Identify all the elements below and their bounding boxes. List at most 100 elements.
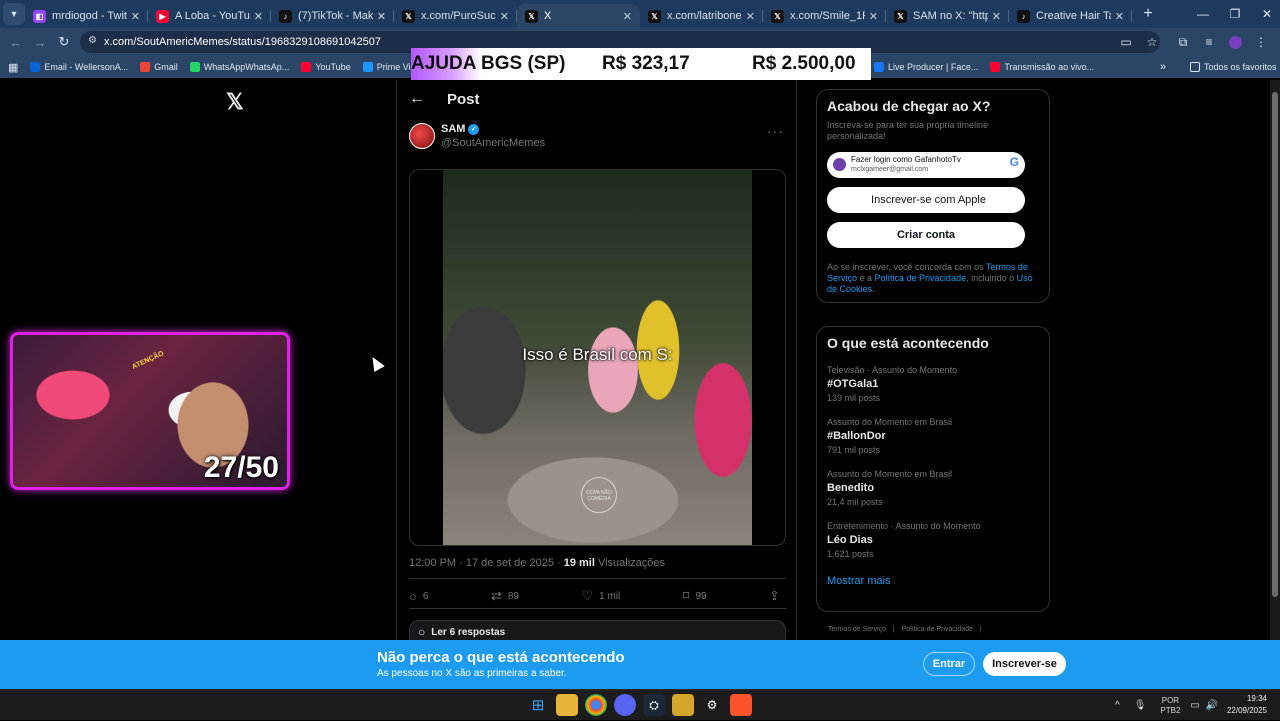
google-login-button[interactable]: Fazer login como GafanhotoTv mclxgameer@… bbox=[827, 152, 1025, 178]
bookmark-item[interactable]: Live Producer | Face... bbox=[874, 62, 978, 72]
bookmark-star-icon[interactable]: ☆ bbox=[1139, 35, 1165, 49]
forward-icon[interactable]: → bbox=[28, 35, 52, 50]
tray-chevron-icon[interactable]: ^ bbox=[1115, 700, 1120, 711]
page-title: Post bbox=[447, 90, 480, 108]
trend-item[interactable]: Assunto do Momento em Brasil Benedito 21,4… bbox=[827, 469, 1039, 507]
media-controls-icon[interactable]: ≡ bbox=[1196, 35, 1222, 49]
repost-icon: ⇄ bbox=[490, 588, 502, 603]
show-more-link[interactable]: Mostrar mais bbox=[827, 575, 1039, 587]
reply-button[interactable]: ○ 6 bbox=[409, 588, 428, 604]
microphone-icon[interactable]: 🎙 bbox=[1134, 700, 1147, 711]
repost-button[interactable]: ⇄ 89 bbox=[491, 588, 519, 604]
browser-tab[interactable]: ▶ A Loba - YouTube ✕ bbox=[148, 4, 271, 28]
browser-tab[interactable]: 𝕏x.com/Smile_1Please ✕ bbox=[763, 4, 886, 28]
author-name[interactable]: SAM bbox=[441, 123, 465, 135]
steam-icon[interactable]: ⛭ bbox=[643, 694, 665, 716]
more-options-icon[interactable]: ··· bbox=[767, 123, 784, 139]
restore-icon[interactable]: ❐ bbox=[1219, 7, 1251, 21]
page-scrollbar[interactable] bbox=[1270, 80, 1280, 640]
cast-icon[interactable]: ▭ bbox=[1113, 35, 1139, 49]
close-tab-icon[interactable]: ✕ bbox=[377, 10, 386, 23]
clock[interactable]: 19:34 22/09/2025 bbox=[1222, 693, 1267, 717]
google-account-email: mclxgameer@gmail.com bbox=[851, 166, 929, 173]
all-bookmarks[interactable]: Todos os favoritos bbox=[1190, 62, 1277, 72]
create-account-label: Criar conta bbox=[896, 229, 956, 241]
discord-icon[interactable] bbox=[614, 694, 636, 716]
bookmark-label: WhatsAppWhatsAp... bbox=[203, 62, 290, 72]
close-tab-icon[interactable]: ✕ bbox=[254, 10, 263, 23]
windows-taskbar: ⊞ ⛭ ⚙ ^ 🎙 POR PTB2 ▭ 🔊 19:34 22/09/2025 bbox=[0, 689, 1280, 720]
more-bookmarks-icon[interactable]: » bbox=[1160, 61, 1166, 73]
browser-tab[interactable]: ◧ mrdiogod - Twitch ✕ bbox=[25, 4, 148, 28]
repost-count: 89 bbox=[507, 590, 519, 602]
bookmark-button[interactable]: ⌑ 99 bbox=[683, 588, 707, 604]
x-icon: 𝕏 bbox=[648, 9, 661, 23]
signup-button[interactable]: Inscrever-se bbox=[983, 652, 1066, 676]
profile-avatar[interactable] bbox=[1222, 35, 1248, 50]
trend-item[interactable]: Assunto do Momento em Brasil #BallonDor 79… bbox=[827, 417, 1039, 455]
scrollbar-thumb[interactable] bbox=[1272, 92, 1278, 597]
post-media[interactable]: Isso é Brasil com S: COPA NÃO COMÉDIA bbox=[409, 169, 786, 546]
browser-tab[interactable]: 𝕏x.com/latriboneragg ✕ bbox=[640, 4, 763, 28]
trend-category: Televisão · Assunto do Momento bbox=[827, 365, 958, 375]
network-icon[interactable]: ▭ bbox=[1190, 700, 1199, 711]
site-info-icon[interactable]: ⚙ bbox=[88, 35, 97, 46]
close-tab-icon[interactable]: ✕ bbox=[992, 10, 1001, 23]
footer-terms-link[interactable]: Termos de Serviço bbox=[828, 626, 886, 633]
chrome-icon[interactable] bbox=[585, 694, 607, 716]
back-icon[interactable]: ← bbox=[4, 35, 28, 50]
like-button[interactable]: ♡ 1 mil bbox=[581, 588, 620, 604]
browser-tab[interactable]: 𝕏x.com/PuroSucoDoB ✕ bbox=[394, 4, 517, 28]
keyboard-language[interactable]: POR PTB2 bbox=[1160, 696, 1180, 716]
bookmark-item[interactable]: Email - WellersonA... bbox=[30, 62, 128, 72]
views-label: Visualizações bbox=[594, 557, 666, 569]
minimize-icon[interactable]: — bbox=[1187, 7, 1219, 21]
settings-icon[interactable]: ⚙ bbox=[701, 694, 723, 716]
post-actions: ○ 6 ⇄ 89 ♡ 1 mil ⌑ 99 ⇪ bbox=[409, 588, 786, 604]
brave-icon[interactable] bbox=[730, 694, 752, 716]
windows-start-icon[interactable]: ⊞ bbox=[527, 694, 549, 716]
login-button[interactable]: Entrar bbox=[923, 652, 975, 676]
browser-tab[interactable]: 𝕏 SAM no X: "https: ✕ bbox=[886, 4, 1009, 28]
browser-tab[interactable]: 𝕏 X ✕ bbox=[517, 4, 640, 28]
new-tab-button[interactable]: + bbox=[1136, 5, 1160, 23]
privacy-link[interactable]: Política de Privacidade bbox=[875, 273, 967, 283]
bookmark-item[interactable]: YouTube bbox=[301, 62, 351, 72]
browser-tab[interactable]: ♪ (7)TikTok - Make Your ✕ bbox=[271, 4, 394, 28]
video-player[interactable]: Isso é Brasil com S: COPA NÃO COMÉDIA bbox=[443, 170, 752, 545]
author-handle[interactable]: @SoutAmericMemes bbox=[441, 137, 545, 149]
apple-signup-button[interactable]: Inscrever-se com Apple bbox=[827, 187, 1025, 213]
video-caption: Isso é Brasil com S: bbox=[522, 345, 673, 364]
close-tab-icon[interactable]: ✕ bbox=[500, 10, 509, 23]
close-tab-icon[interactable]: ✕ bbox=[623, 10, 632, 23]
close-window-icon[interactable]: ✕ bbox=[1251, 7, 1280, 21]
avatar[interactable] bbox=[409, 123, 435, 149]
game-app-icon[interactable] bbox=[672, 694, 694, 716]
apps-grid-icon[interactable]: ▦ bbox=[8, 61, 18, 74]
post-time-text[interactable]: 12:00 PM · 17 de set de 2025 · bbox=[409, 557, 564, 569]
menu-icon[interactable]: ⋮ bbox=[1248, 35, 1274, 49]
reload-icon[interactable]: ↻ bbox=[52, 34, 76, 50]
close-tab-icon[interactable]: ✕ bbox=[746, 10, 755, 23]
x-logo-icon[interactable]: 𝕏 bbox=[226, 89, 244, 115]
legal-mid2: , incluindo o bbox=[966, 273, 1017, 283]
footer-privacy-link[interactable]: Política de Privacidade bbox=[902, 626, 973, 633]
bookmark-item[interactable]: WhatsAppWhatsAp... bbox=[189, 62, 290, 72]
close-tab-icon[interactable]: ✕ bbox=[1115, 10, 1124, 23]
bookmark-item[interactable]: Gmail bbox=[140, 62, 178, 72]
bookmark-item[interactable]: Transmissão ao vivo... bbox=[990, 62, 1094, 72]
tab-search-button[interactable]: ▾ bbox=[3, 3, 25, 25]
trend-item[interactable]: Entretenimento · Assunto do Momento Léo D… bbox=[827, 521, 1039, 559]
close-tab-icon[interactable]: ✕ bbox=[869, 10, 878, 23]
file-explorer-icon[interactable] bbox=[556, 694, 578, 716]
extensions-icon[interactable]: ⧉ bbox=[1170, 35, 1196, 50]
close-tab-icon[interactable]: ✕ bbox=[131, 10, 140, 23]
trend-item[interactable]: Televisão · Assunto do Momento #OTGala1 13… bbox=[827, 365, 1039, 403]
volume-icon[interactable]: 🔊 bbox=[1206, 700, 1218, 711]
share-button[interactable]: ⇪ bbox=[769, 588, 786, 604]
post-author[interactable]: SAM ✓ @SoutAmericMemes bbox=[409, 123, 545, 149]
signup-card: Acabou de chegar ao X? Inscreva-se para … bbox=[816, 89, 1050, 303]
create-account-button[interactable]: Criar conta bbox=[827, 222, 1025, 248]
browser-tab[interactable]: ♪ Creative Hair Tattoo ✕ bbox=[1009, 4, 1132, 28]
back-arrow-icon[interactable]: ← bbox=[409, 90, 425, 108]
